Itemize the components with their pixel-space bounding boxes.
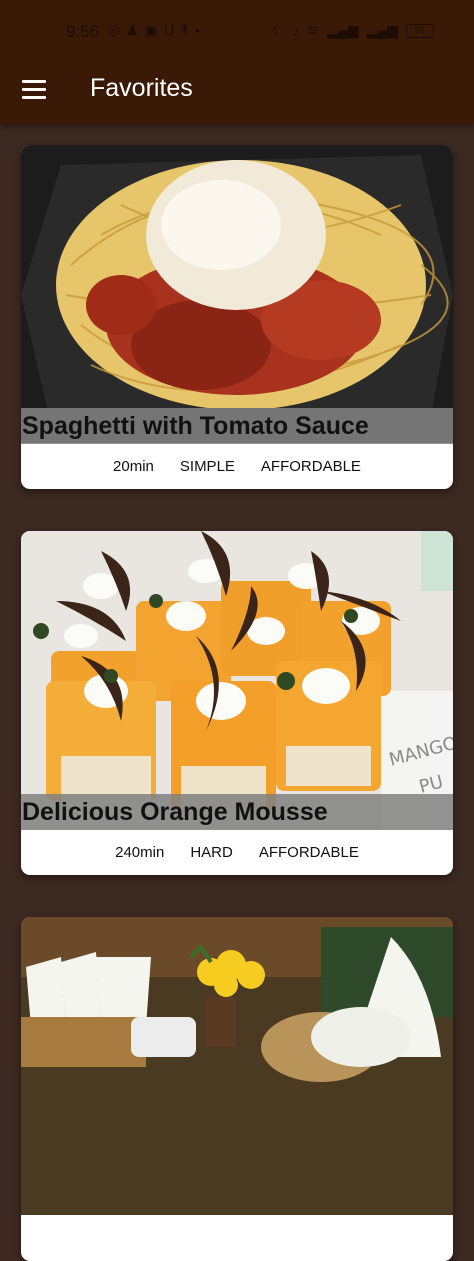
- mute-icon: ♪: [292, 22, 300, 39]
- meal-image: MANGO PU: [21, 531, 453, 829]
- meal-card[interactable]: Spaghetti with Tomato Sauce 20min SIMPLE…: [21, 145, 453, 489]
- u-icon: U: [164, 22, 175, 38]
- battery-icon: 56: [406, 23, 434, 38]
- meal-title: Spaghetti with Tomato Sauce: [21, 408, 453, 444]
- meal-complexity: HARD: [190, 844, 233, 861]
- meal-complexity: SIMPLE: [179, 458, 235, 475]
- page-title: Favorites: [90, 74, 193, 102]
- meal-affordability: AFFORDABLE: [258, 844, 359, 861]
- meal-card[interactable]: [21, 917, 453, 1261]
- status-bar: 9:56 ◎ ♟ ▣ U ₹ • ☾ ♪ ≋ ▂▄▆ ▂▄▆ 56: [0, 0, 474, 62]
- linkedin-icon: ▣: [144, 22, 159, 38]
- meal-image: [21, 145, 453, 443]
- meal-duration: 240min: [115, 844, 165, 861]
- signal-icon: ▂▄▆: [327, 22, 359, 38]
- status-notification-icons: ◎ ♟ ▣ U ₹ •: [108, 22, 200, 39]
- whatsapp-icon: ◎: [108, 22, 121, 38]
- meal-meta: 20min SIMPLE AFFORDABLE: [21, 444, 453, 489]
- meal-image: [21, 917, 453, 1215]
- status-system-icons: ☾ ♪ ≋ ▂▄▆ ▂▄▆ 56: [272, 22, 434, 39]
- snapchat-icon: ♟: [126, 22, 139, 38]
- favorites-list[interactable]: Spaghetti with Tomato Sauce 20min SIMPLE…: [0, 124, 474, 1261]
- signal-icon: ▂▄▆: [366, 22, 398, 38]
- meal-card[interactable]: MANGO PU Delicious Orange Mousse 240min …: [21, 531, 453, 875]
- wifi-icon: ≋: [307, 22, 320, 38]
- meal-title: Delicious Orange Mousse: [21, 794, 453, 830]
- moon-icon: ☾: [271, 22, 285, 38]
- dot-icon: •: [195, 22, 200, 38]
- app-bar: Favorites: [0, 62, 474, 124]
- hamburger-menu-icon[interactable]: [22, 80, 48, 102]
- status-time: 9:56: [66, 22, 100, 41]
- rupee-icon: ₹: [180, 22, 190, 38]
- meal-affordability: AFFORDABLE: [260, 458, 361, 475]
- meal-duration: 20min: [113, 458, 154, 475]
- meal-meta: 240min HARD AFFORDABLE: [21, 830, 453, 875]
